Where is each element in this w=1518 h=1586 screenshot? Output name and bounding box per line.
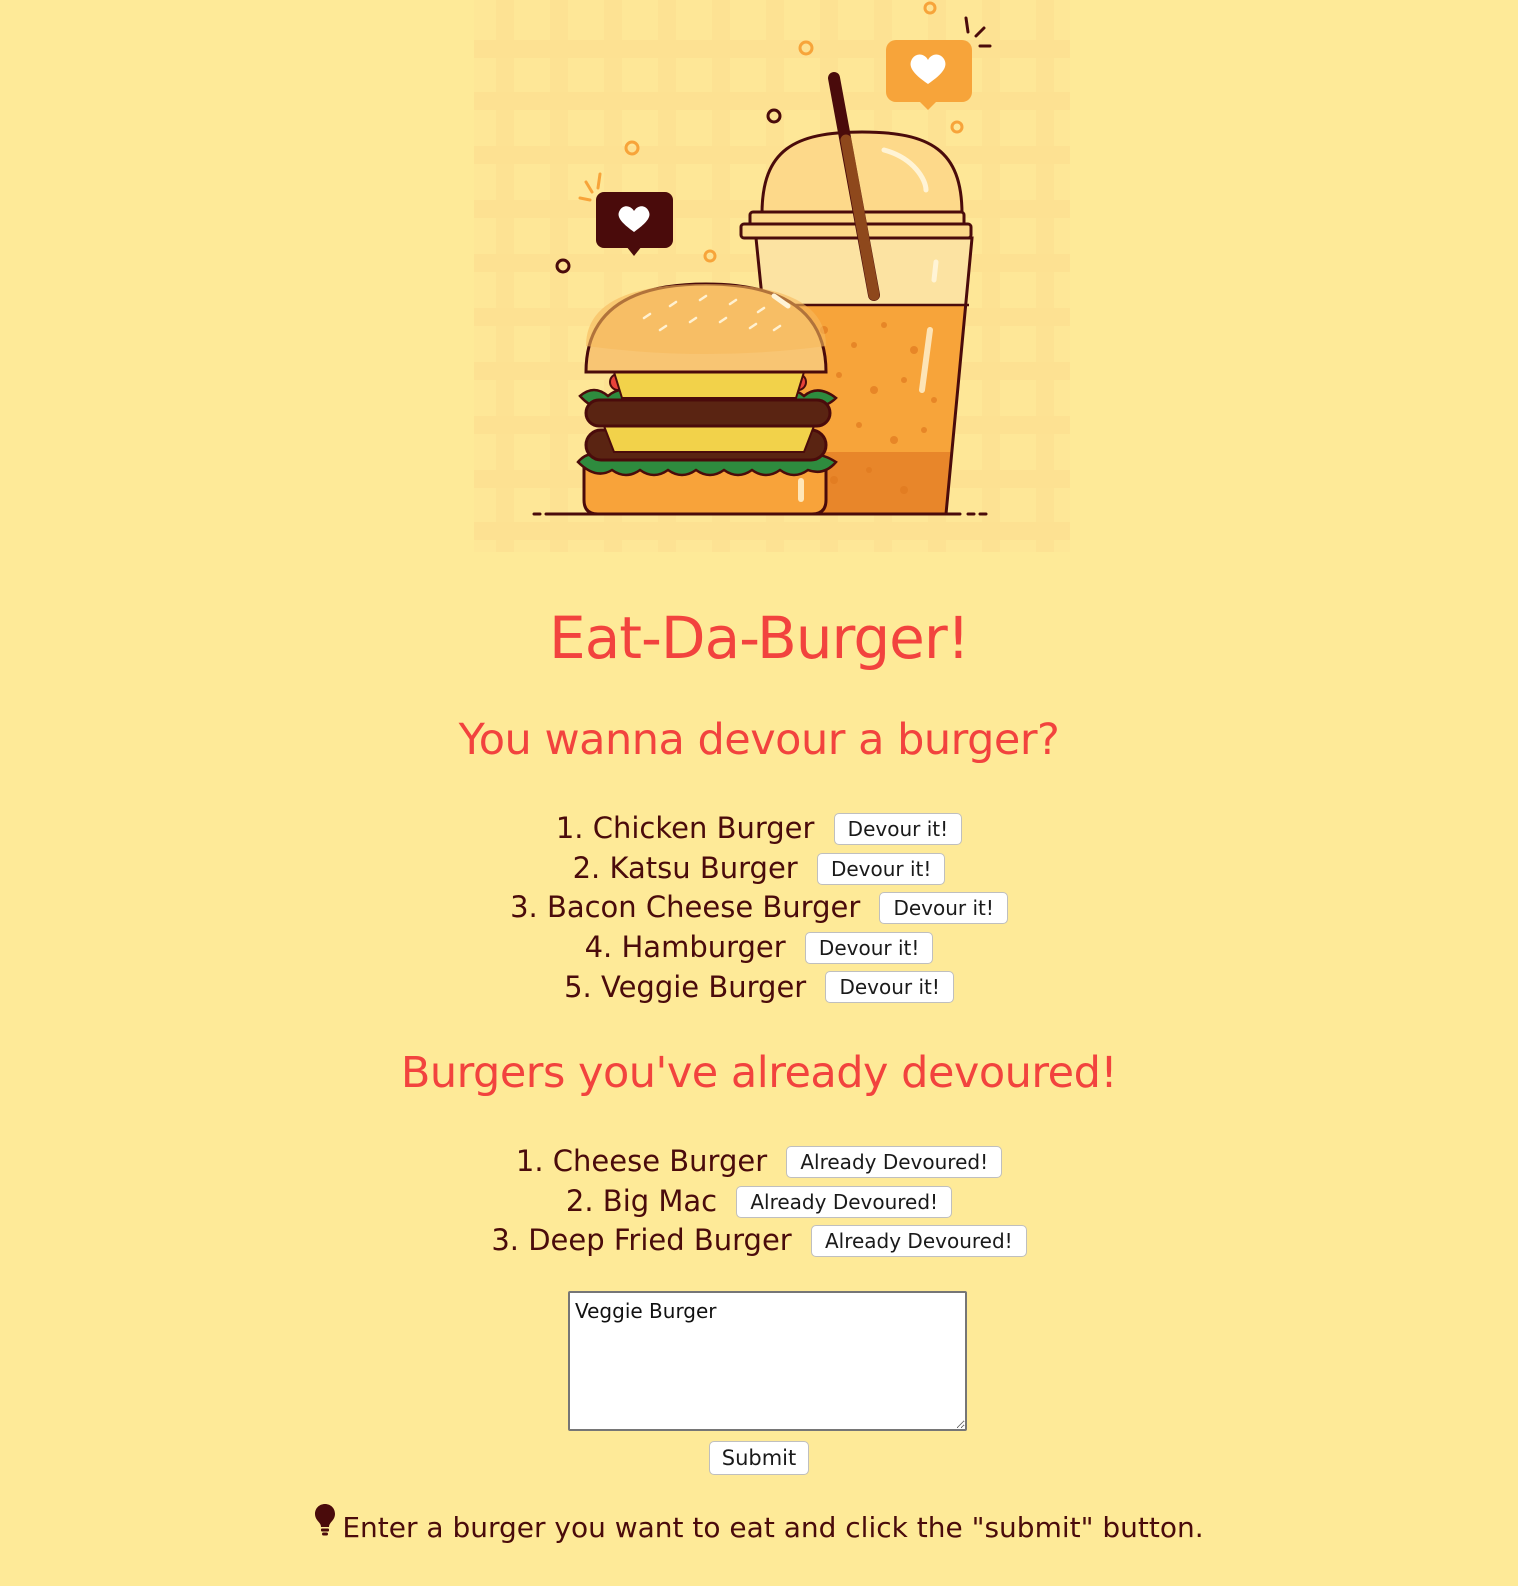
devoured-heading: Burgers you've already devoured! (400, 1048, 1118, 1098)
hint-text: Enter a burger you want to eat and click… (342, 1511, 1204, 1544)
burger-name: 4. Hamburger (584, 929, 786, 964)
heart-bubble-orange-icon (886, 40, 972, 110)
submit-button[interactable]: Submit (708, 1441, 810, 1475)
submit-row: Submit (0, 1441, 1518, 1475)
burger-name: 5. Veggie Burger (564, 969, 807, 1004)
burger-name: 3. Bacon Cheese Burger (510, 890, 861, 925)
burger-name: 2. Big Mac (565, 1183, 718, 1218)
devour-button[interactable]: Devour it! (879, 892, 1008, 925)
list-item: 3. Bacon Cheese Burger Devour it! (0, 887, 1518, 927)
devour-button[interactable]: Devour it! (825, 971, 954, 1004)
list-item: 1. Cheese Burger Already Devoured! (0, 1141, 1518, 1181)
list-item: 1. Chicken Burger Devour it! (0, 808, 1518, 848)
to-devour-list: 1. Chicken Burger Devour it! 2. Katsu Bu… (0, 808, 1518, 1006)
list-item: 4. Hamburger Devour it! (0, 927, 1518, 967)
burger-name: 1. Cheese Burger (515, 1144, 768, 1179)
page-title: Eat-Da-Burger! (549, 604, 970, 672)
devour-button[interactable]: Devour it! (804, 931, 934, 964)
already-devoured-button[interactable]: Already Devoured! (810, 1225, 1027, 1258)
lightbulb-icon (314, 1503, 336, 1549)
hero-illustration (474, 0, 1070, 552)
list-item: 3. Deep Fried Burger Already Devoured! (0, 1220, 1518, 1260)
burger-form: Veggie Burger (568, 1291, 967, 1431)
burger-name: 2. Katsu Burger (572, 850, 798, 885)
already-devoured-button[interactable]: Already Devoured! (786, 1146, 1003, 1178)
devour-button[interactable]: Devour it! (816, 852, 946, 885)
burger-name: 1. Chicken Burger (555, 811, 815, 846)
to-devour-heading: You wanna devour a burger? (458, 715, 1060, 765)
burger-name-textarea[interactable]: Veggie Burger (568, 1291, 967, 1431)
instruction-hint: Enter a burger you want to eat and click… (0, 1503, 1518, 1552)
heart-bubble-dark-icon (596, 192, 673, 256)
list-item: 5. Veggie Burger Devour it! (0, 966, 1518, 1006)
list-item: 2. Big Mac Already Devoured! (0, 1181, 1518, 1221)
devoured-list: 1. Cheese Burger Already Devoured! 2. Bi… (0, 1141, 1518, 1260)
burger-icon (576, 282, 838, 516)
already-devoured-button[interactable]: Already Devoured! (736, 1185, 953, 1218)
list-item: 2. Katsu Burger Devour it! (0, 848, 1518, 888)
burger-and-drink-illustration (474, 0, 1070, 552)
devour-button[interactable]: Devour it! (833, 813, 963, 845)
burger-name: 3. Deep Fried Burger (491, 1223, 792, 1258)
